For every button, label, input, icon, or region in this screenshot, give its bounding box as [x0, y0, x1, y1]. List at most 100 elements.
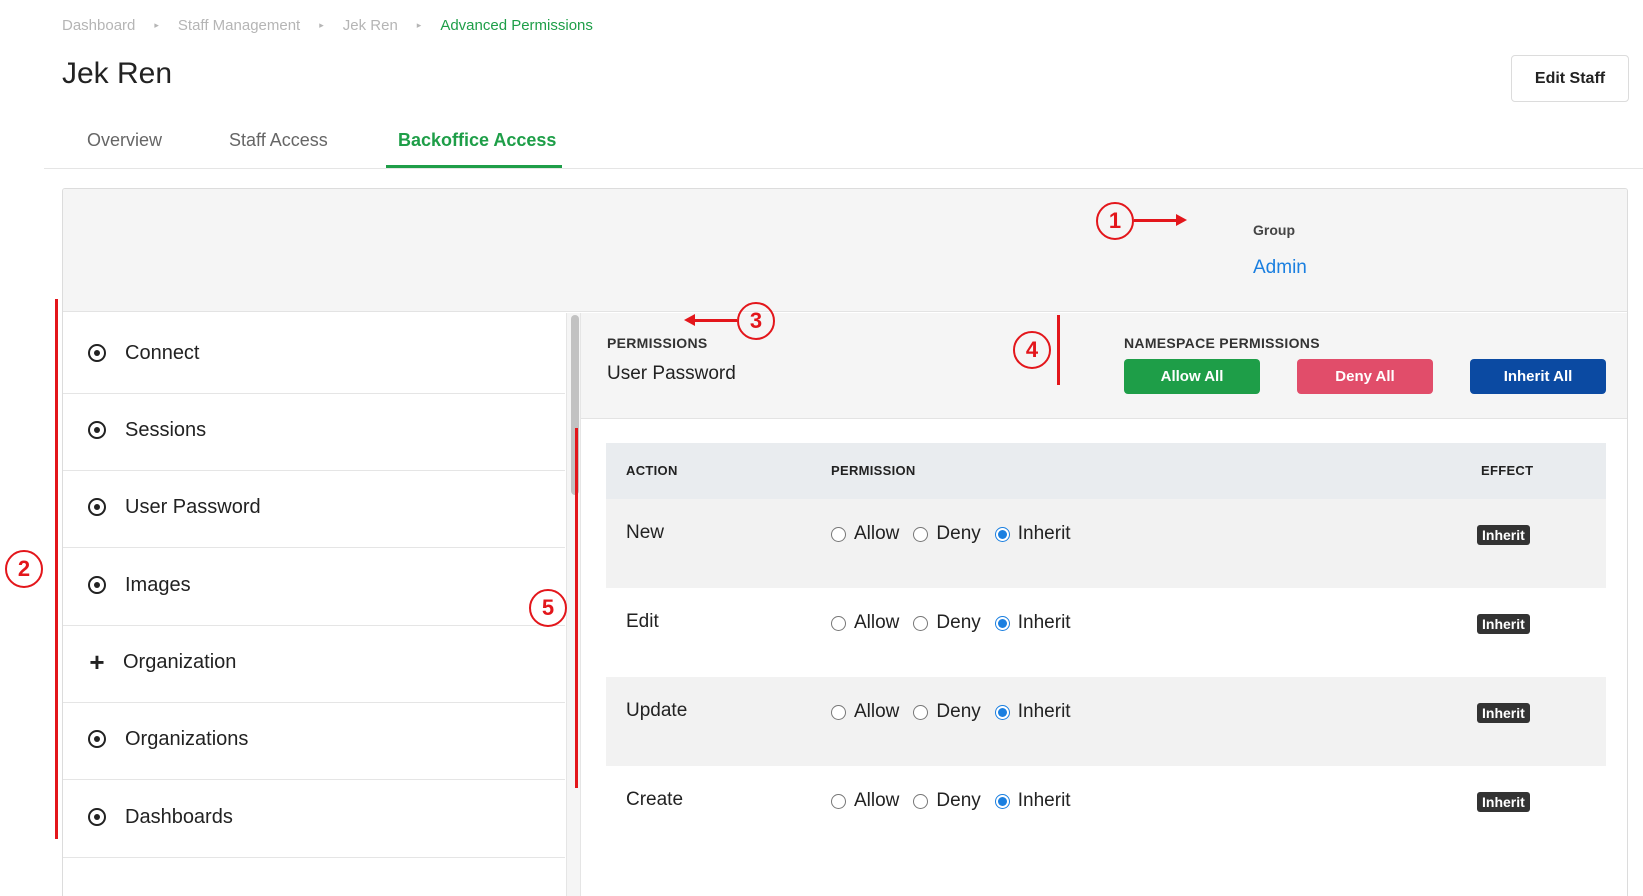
sidebar-item-connect[interactable]: Connect	[63, 313, 565, 394]
radio-label: Deny	[936, 612, 981, 633]
sidebar-item-label: Images	[125, 573, 191, 596]
group-label: Group	[1253, 222, 1295, 238]
radio-circle-icon[interactable]	[994, 526, 1010, 542]
table-row: Edit Allow Deny Inherit Inherit	[606, 588, 1606, 677]
tab-staff-access[interactable]: Staff Access	[229, 130, 328, 151]
column-header-effect: EFFECT	[1481, 463, 1534, 478]
sidebar-item-label: Organizations	[125, 727, 249, 750]
target-icon	[88, 808, 106, 826]
sidebar-item-dashboards[interactable]: Dashboards	[63, 777, 565, 858]
radio-label: Inherit	[1017, 701, 1071, 722]
radio-allow[interactable]: Allow	[831, 790, 899, 812]
sidebar-item-sessions[interactable]: Sessions	[63, 390, 565, 471]
radio-allow[interactable]: Allow	[831, 523, 899, 545]
edit-staff-button[interactable]: Edit Staff	[1511, 55, 1629, 102]
table-row: New Allow Deny Inherit Inherit	[606, 499, 1606, 588]
allow-all-button[interactable]: Allow All	[1124, 359, 1260, 394]
radio-circle-icon[interactable]	[831, 704, 846, 720]
tab-overview[interactable]: Overview	[87, 130, 162, 151]
radio-circle-icon[interactable]	[913, 793, 929, 809]
breadcrumb-staff-name[interactable]: Jek Ren	[343, 17, 398, 34]
annotation-marker: 5	[529, 589, 567, 627]
breadcrumb-separator-icon: ▸	[319, 20, 324, 30]
radio-circle-icon[interactable]	[994, 615, 1010, 631]
annotation-marker: 1	[1096, 202, 1134, 240]
breadcrumb: Dashboard ▸ Staff Management ▸ Jek Ren ▸…	[62, 17, 593, 34]
radio-circle-icon[interactable]	[831, 793, 846, 809]
sidebar-item-label: Connect	[125, 341, 200, 364]
action-name: Create	[626, 789, 684, 810]
tab-bar: Overview Staff Access Backoffice Access	[44, 117, 1643, 169]
radio-circle-icon[interactable]	[831, 615, 846, 631]
radio-label: Deny	[936, 701, 981, 722]
breadcrumb-dashboard[interactable]: Dashboard	[62, 17, 135, 34]
annotation-marker: 2	[5, 550, 43, 588]
column-header-permission: PERMISSION	[831, 463, 916, 478]
radio-label: Allow	[854, 790, 900, 811]
action-name: New	[626, 522, 665, 543]
radio-circle-icon[interactable]	[913, 526, 929, 542]
radio-label: Deny	[936, 790, 981, 811]
effect-badge: Inherit	[1477, 614, 1530, 634]
radio-inherit[interactable]: Inherit	[994, 523, 1071, 545]
radio-allow[interactable]: Allow	[831, 701, 899, 723]
radio-inherit[interactable]: Inherit	[994, 790, 1071, 812]
sidebar-item-organization[interactable]: + Organization	[63, 622, 565, 703]
radio-deny[interactable]: Deny	[913, 790, 981, 812]
sidebar-item-user-password[interactable]: User Password	[63, 467, 565, 548]
effect-badge: Inherit	[1477, 792, 1530, 812]
radio-label: Allow	[854, 612, 900, 633]
permissions-namespace: User Password	[607, 363, 736, 384]
sidebar-item-organizations[interactable]: Organizations	[63, 699, 565, 780]
sidebar-item-label: Dashboards	[125, 805, 233, 828]
annotation-bracket-line	[575, 428, 578, 788]
breadcrumb-staff-management[interactable]: Staff Management	[178, 17, 300, 34]
annotation-arrow-line	[1134, 219, 1176, 222]
effect-badge: Inherit	[1477, 525, 1530, 545]
radio-label: Inherit	[1017, 790, 1071, 811]
action-name: Update	[626, 700, 688, 721]
permissions-card: Group Admin Connect Sessions User Passwo…	[62, 188, 1628, 896]
breadcrumb-separator-icon: ▸	[154, 20, 159, 30]
breadcrumb-current: Advanced Permissions	[440, 17, 593, 34]
namespace-sidebar: Connect Sessions User Password Images + …	[63, 313, 565, 896]
target-icon	[88, 498, 106, 516]
sidebar-item-label: Sessions	[125, 418, 207, 441]
radio-circle-icon[interactable]	[913, 704, 929, 720]
target-icon	[88, 730, 106, 748]
radio-circle-icon[interactable]	[913, 615, 929, 631]
radio-label: Allow	[854, 523, 900, 544]
tab-backoffice-access[interactable]: Backoffice Access	[398, 130, 556, 151]
radio-inherit[interactable]: Inherit	[994, 612, 1071, 634]
radio-inherit[interactable]: Inherit	[994, 701, 1071, 723]
permissions-title: PERMISSIONS	[607, 335, 708, 351]
permission-radio-group: Allow Deny Inherit	[831, 701, 1085, 723]
radio-allow[interactable]: Allow	[831, 612, 899, 634]
radio-circle-icon[interactable]	[994, 793, 1010, 809]
target-icon	[88, 576, 106, 594]
table-row: Update Allow Deny Inherit Inherit	[606, 677, 1606, 766]
active-tab-indicator	[386, 165, 562, 168]
group-link[interactable]: Admin	[1253, 257, 1307, 279]
radio-label: Inherit	[1017, 612, 1071, 633]
permission-radio-group: Allow Deny Inherit	[831, 790, 1085, 812]
radio-label: Allow	[854, 701, 900, 722]
radio-deny[interactable]: Deny	[913, 612, 981, 634]
radio-deny[interactable]: Deny	[913, 701, 981, 723]
deny-all-button[interactable]: Deny All	[1297, 359, 1433, 394]
annotation-arrow-line	[694, 319, 737, 322]
effect-badge: Inherit	[1477, 703, 1530, 723]
radio-circle-icon[interactable]	[831, 526, 846, 542]
arrow-left-icon	[684, 314, 695, 326]
radio-circle-icon[interactable]	[994, 704, 1010, 720]
column-header-action: ACTION	[626, 463, 678, 478]
target-icon	[88, 344, 106, 362]
sidebar-item-images[interactable]: Images	[63, 545, 565, 626]
annotation-marker: 3	[737, 302, 775, 340]
breadcrumb-separator-icon: ▸	[416, 20, 422, 30]
inherit-all-button[interactable]: Inherit All	[1470, 359, 1606, 394]
radio-deny[interactable]: Deny	[913, 523, 981, 545]
target-icon	[88, 421, 106, 439]
plus-icon: +	[89, 647, 105, 677]
sidebar-scrollbar[interactable]	[566, 313, 580, 896]
